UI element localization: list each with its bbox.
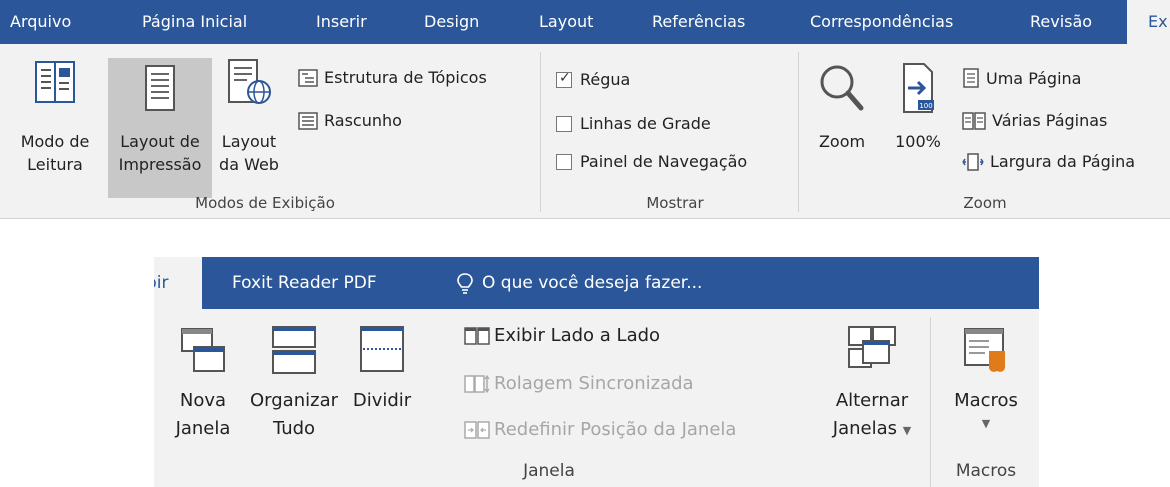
- dividir-button[interactable]: Dividir: [350, 323, 414, 415]
- uma-pagina-label: Uma Página: [986, 68, 1082, 88]
- chevron-down-icon: ▼: [902, 424, 912, 437]
- switch-windows-icon: [848, 326, 896, 368]
- zoom-100-label: 100%: [895, 132, 941, 151]
- regua-label: Régua: [580, 70, 631, 89]
- estrutura-topicos-label: Estrutura de Tópicos: [324, 68, 487, 87]
- organizar-tudo-label-1: Organizar: [250, 390, 338, 411]
- estrutura-topicos-button[interactable]: Estrutura de Tópicos: [298, 68, 487, 87]
- tab-referencias[interactable]: Referências: [652, 0, 745, 44]
- tab-exibir[interactable]: Ex: [1127, 0, 1170, 44]
- tab-exibir[interactable]: bir: [154, 257, 202, 309]
- tab-inserir[interactable]: Inserir: [316, 0, 367, 44]
- layout-impressao-label-1: Layout de: [120, 132, 200, 151]
- zoom-label: Zoom: [818, 132, 866, 151]
- tab-pagina-inicial[interactable]: Página Inicial: [142, 0, 247, 44]
- bottom-ribbon-panel: Nova Janela Organizar Tudo Dividir Exibir …: [154, 309, 1039, 487]
- group-label-macros: Macros: [955, 461, 1017, 481]
- rolagem-sincronizada-button[interactable]: Rolagem Sincronizada: [464, 373, 694, 394]
- uma-pagina-button[interactable]: Uma Página: [962, 68, 1081, 88]
- read-mode-icon: [35, 61, 75, 103]
- draft-icon: [298, 111, 318, 130]
- one-page-icon: [963, 68, 979, 88]
- painel-navegacao-check[interactable]: [556, 153, 572, 170]
- sync-scroll-icon: [464, 374, 490, 393]
- group-label-modos-exibicao: Modos de Exibição: [195, 194, 335, 212]
- nova-janela-button[interactable]: Nova Janela: [170, 323, 236, 443]
- top-ribbon-tab-bar: Arquivo Página Inicial Inserir Design La…: [0, 0, 1170, 44]
- group-separator: [930, 317, 931, 487]
- largura-pagina-label: Largura da Página: [990, 152, 1136, 171]
- linhas-grade-label: Linhas de Grade: [580, 114, 711, 133]
- regua-checkbox[interactable]: ✓ Régua: [556, 70, 630, 89]
- tab-correspondencias[interactable]: Correspondências: [810, 0, 953, 44]
- painel-navegacao-checkbox[interactable]: Painel de Navegação: [556, 152, 747, 171]
- macros-label: Macros: [954, 390, 1018, 411]
- tab-foxit-reader-pdf[interactable]: Foxit Reader PDF: [232, 257, 377, 309]
- group-label-janela: Janela: [523, 461, 575, 481]
- linhas-grade-check[interactable]: [556, 115, 572, 132]
- lightbulb-icon: [457, 273, 473, 294]
- redefinir-posicao-label: Redefinir Posição da Janela: [494, 419, 737, 440]
- modo-leitura-label-2: Leitura: [27, 155, 83, 174]
- web-layout-icon: [228, 59, 271, 104]
- arrange-all-icon: [272, 326, 316, 374]
- layout-web-button[interactable]: Layout da Web: [214, 58, 284, 176]
- organizar-tudo-label-2: Tudo: [272, 418, 316, 439]
- bottom-ribbon-tab-bar: bir Foxit Reader PDF O que você deseja f…: [154, 257, 1039, 309]
- zoom-button[interactable]: Zoom: [812, 62, 872, 153]
- modo-leitura-label-1: Modo de: [20, 132, 90, 151]
- top-ribbon-panel: Modo de Leitura Layout de Impressão Layout…: [0, 44, 1170, 219]
- modo-leitura-button[interactable]: Modo de Leitura: [8, 58, 102, 176]
- zoom-100-button[interactable]: 100 100%: [888, 60, 948, 153]
- page-width-icon: [962, 152, 984, 171]
- varias-paginas-label: Várias Páginas: [992, 111, 1108, 130]
- print-layout-icon: [145, 65, 175, 111]
- group-label-zoom: Zoom: [963, 194, 1007, 212]
- split-icon: [360, 326, 404, 372]
- macros-icon: [964, 328, 1005, 372]
- zoom-100-icon: 100: [903, 63, 934, 113]
- varias-paginas-button[interactable]: Várias Páginas: [962, 111, 1107, 130]
- outline-icon: [298, 68, 318, 87]
- side-by-side-icon: [464, 326, 490, 345]
- layout-impressao-label-2: Impressão: [118, 155, 202, 174]
- tab-layout[interactable]: Layout: [539, 0, 593, 44]
- alternar-janelas-button[interactable]: Alternar Janelas ▼: [824, 323, 920, 445]
- organizar-tudo-button[interactable]: Organizar Tudo: [246, 323, 342, 443]
- rascunho-button[interactable]: Rascunho: [298, 111, 402, 130]
- layout-web-label-2: da Web: [219, 155, 279, 174]
- alternar-janelas-label-1: Alternar: [835, 390, 909, 411]
- rolagem-sincronizada-label: Rolagem Sincronizada: [494, 373, 694, 394]
- group-separator: [798, 52, 799, 212]
- dividir-label: Dividir: [352, 390, 412, 411]
- group-separator: [540, 52, 541, 212]
- reset-window-position-icon: [464, 420, 490, 439]
- regua-check[interactable]: ✓: [556, 70, 572, 88]
- largura-pagina-button[interactable]: Largura da Página: [962, 152, 1135, 171]
- alternar-janelas-label-2: Janelas: [832, 418, 898, 439]
- magnifier-icon: [820, 65, 864, 111]
- macros-button[interactable]: Macros ▼: [936, 323, 1036, 433]
- layout-impressao-button[interactable]: Layout de Impressão: [108, 58, 212, 198]
- redefinir-posicao-button[interactable]: Redefinir Posição da Janela: [464, 419, 736, 440]
- tab-design[interactable]: Design: [424, 0, 479, 44]
- chevron-down-icon: ▼: [981, 417, 991, 430]
- tab-arquivo[interactable]: Arquivo: [10, 0, 71, 44]
- nova-janela-label-2: Janela: [175, 418, 231, 439]
- nova-janela-label-1: Nova: [179, 390, 227, 411]
- rascunho-label: Rascunho: [324, 111, 402, 130]
- tell-me-box[interactable]: O que você deseja fazer...: [456, 257, 702, 309]
- tell-me-text: O que você deseja fazer...: [482, 273, 703, 293]
- multiple-pages-icon: [962, 111, 986, 130]
- tab-revisao[interactable]: Revisão: [1030, 0, 1092, 44]
- painel-navegacao-label: Painel de Navegação: [580, 152, 748, 171]
- group-label-mostrar: Mostrar: [646, 194, 704, 212]
- svg-text:100: 100: [919, 102, 932, 110]
- exibir-lado-a-lado-button[interactable]: Exibir Lado a Lado: [464, 325, 660, 346]
- layout-web-label-1: Layout: [221, 132, 277, 151]
- linhas-grade-checkbox[interactable]: Linhas de Grade: [556, 114, 711, 133]
- exibir-lado-a-lado-label: Exibir Lado a Lado: [494, 325, 661, 346]
- new-window-icon: [181, 328, 225, 372]
